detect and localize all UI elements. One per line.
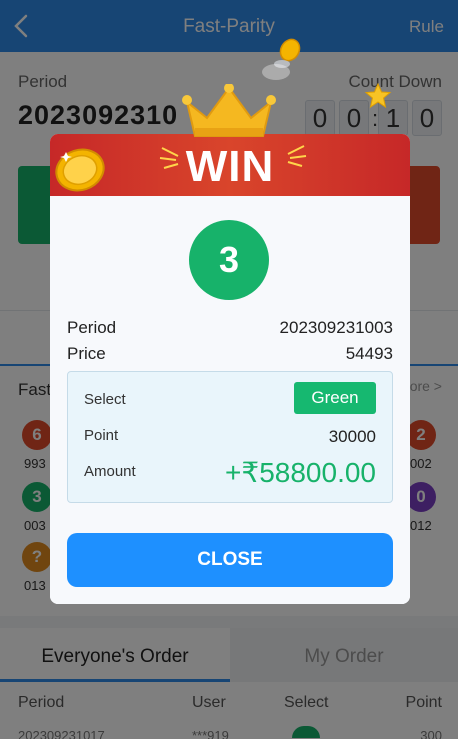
period-value: 202309231003 <box>279 318 393 337</box>
select-label: Select <box>84 391 126 408</box>
select-badge: Green <box>294 382 376 414</box>
sparkle-icon <box>262 64 290 80</box>
win-dialog: WIN 3 Period 202309231003 Price 54493 Se… <box>50 38 410 604</box>
crown-icon <box>182 84 276 137</box>
sparkle-rays-icon <box>159 147 179 169</box>
point-value: 30000 <box>328 427 376 446</box>
close-button[interactable]: CLOSE <box>67 533 393 587</box>
star-icon <box>364 82 392 109</box>
period-label: Period <box>67 318 117 337</box>
price-value: 54493 <box>345 344 393 363</box>
gold-coin-icon <box>55 148 105 192</box>
sparkle-rays-icon <box>287 145 307 167</box>
amount-value: +₹58800.00 <box>225 457 376 488</box>
result-number-badge: 3 <box>189 220 269 300</box>
amount-label: Amount <box>84 463 136 480</box>
price-label: Price <box>67 344 106 363</box>
bet-detail-box: Select Green Point 30000 Amount +₹58800.… <box>67 371 393 503</box>
point-label: Point <box>84 427 119 444</box>
